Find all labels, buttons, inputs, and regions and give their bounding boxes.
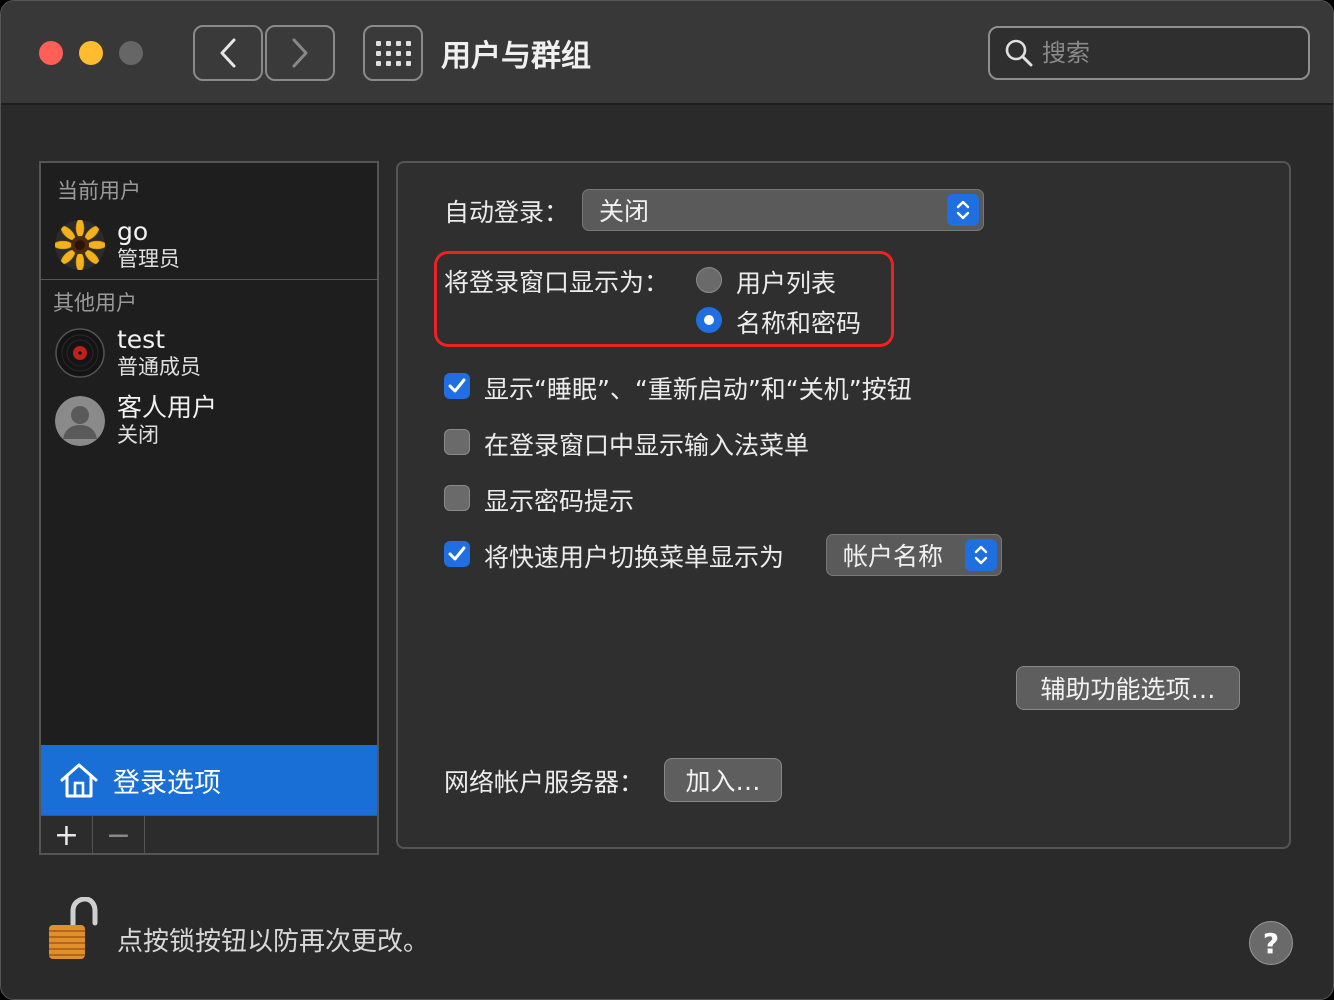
auto-login-value: 关闭 bbox=[599, 197, 650, 226]
search-input[interactable] bbox=[1042, 39, 1282, 67]
lock-hint-text: 点按锁按钮以防再次更改。 bbox=[117, 927, 430, 957]
checkbox-fast-user-switching[interactable] bbox=[444, 541, 470, 567]
zoom-window-button[interactable] bbox=[119, 41, 143, 65]
accessibility-options-button[interactable]: 辅助功能选项… bbox=[1016, 666, 1240, 710]
updown-arrows-icon bbox=[947, 194, 979, 226]
back-button[interactable] bbox=[193, 25, 263, 81]
user-item-guest[interactable]: 客人用户 关闭 bbox=[55, 391, 217, 451]
search-box[interactable] bbox=[988, 26, 1310, 80]
auto-login-popup[interactable]: 关闭 bbox=[582, 189, 984, 231]
checkbox-show-power-buttons-label[interactable]: 显示“睡眠”、“重新启动”和“关机”按钮 bbox=[484, 370, 912, 406]
radio-user-list-label[interactable]: 用户列表 bbox=[736, 264, 836, 300]
search-icon bbox=[1005, 39, 1033, 67]
fast-switch-popup[interactable]: 帐户名称 bbox=[826, 534, 1002, 576]
add-user-button[interactable]: + bbox=[41, 816, 93, 854]
user-item-go[interactable]: go 管理员 bbox=[55, 215, 180, 275]
checkbox-show-password-hint-label[interactable]: 显示密码提示 bbox=[484, 482, 634, 518]
sidebar-toolbar: + − bbox=[41, 815, 377, 854]
grid-icon bbox=[375, 40, 411, 66]
sidebar-item-login-options[interactable]: 登录选项 bbox=[41, 745, 377, 815]
preferences-window: 用户与群组 当前用户 bbox=[0, 0, 1334, 1000]
show-all-button[interactable] bbox=[363, 25, 423, 81]
unlocked-padlock-icon[interactable] bbox=[47, 897, 99, 961]
remove-user-button[interactable]: − bbox=[93, 816, 145, 854]
house-icon bbox=[60, 763, 98, 798]
updown-arrows-icon bbox=[965, 539, 997, 571]
radio-name-password[interactable] bbox=[696, 307, 722, 333]
user-item-test[interactable]: test 普通成员 bbox=[55, 323, 201, 383]
checkbox-show-input-menu-label[interactable]: 在登录窗口中显示输入法菜单 bbox=[484, 426, 809, 462]
user-role: 关闭 bbox=[117, 423, 159, 447]
network-server-label: 网络帐户服务器： bbox=[444, 768, 645, 797]
login-options-label: 登录选项 bbox=[113, 767, 221, 799]
window-title: 用户与群组 bbox=[441, 39, 591, 74]
help-button[interactable]: ? bbox=[1249, 921, 1293, 965]
user-name: go bbox=[117, 217, 149, 246]
users-sidebar: 当前用户 go 管理员 其他用户 test 普通成员 客人用户 关闭 登录选项 … bbox=[39, 161, 379, 855]
checkmark-icon bbox=[448, 546, 466, 561]
section-divider bbox=[41, 279, 377, 280]
login-options-panel: 自动登录： 关闭 将登录窗口显示为： 用户列表 名称和密码 显示“睡眠”、“重新… bbox=[396, 161, 1291, 849]
vinyl-record-avatar bbox=[55, 328, 105, 378]
checkbox-show-input-menu[interactable] bbox=[444, 429, 470, 455]
checkmark-icon bbox=[448, 378, 466, 393]
checkbox-show-password-hint[interactable] bbox=[444, 485, 470, 511]
other-users-header: 其他用户 bbox=[53, 291, 137, 315]
sunflower-avatar bbox=[55, 220, 105, 270]
close-window-button[interactable] bbox=[39, 41, 63, 65]
radio-name-password-label[interactable]: 名称和密码 bbox=[736, 304, 861, 340]
user-name: 客人用户 bbox=[117, 393, 218, 422]
user-role: 管理员 bbox=[117, 247, 180, 271]
user-role: 普通成员 bbox=[117, 355, 201, 379]
auto-login-label: 自动登录： bbox=[444, 198, 570, 227]
user-name: test bbox=[117, 325, 166, 354]
chevron-left-icon bbox=[220, 38, 236, 68]
minimize-window-button[interactable] bbox=[79, 41, 103, 65]
fast-switch-value: 帐户名称 bbox=[843, 542, 944, 571]
guest-user-avatar bbox=[55, 396, 105, 446]
current-users-header: 当前用户 bbox=[57, 179, 141, 203]
radio-user-list[interactable] bbox=[696, 267, 722, 293]
display-as-label: 将登录窗口显示为： bbox=[444, 268, 670, 297]
checkbox-fast-user-switching-label[interactable]: 将快速用户切换菜单显示为 bbox=[484, 538, 784, 574]
checkbox-show-power-buttons[interactable] bbox=[444, 373, 470, 399]
chevron-right-icon bbox=[292, 38, 308, 68]
forward-button[interactable] bbox=[265, 25, 335, 81]
title-bar: 用户与群组 bbox=[1, 1, 1333, 105]
join-button[interactable]: 加入… bbox=[664, 758, 782, 802]
